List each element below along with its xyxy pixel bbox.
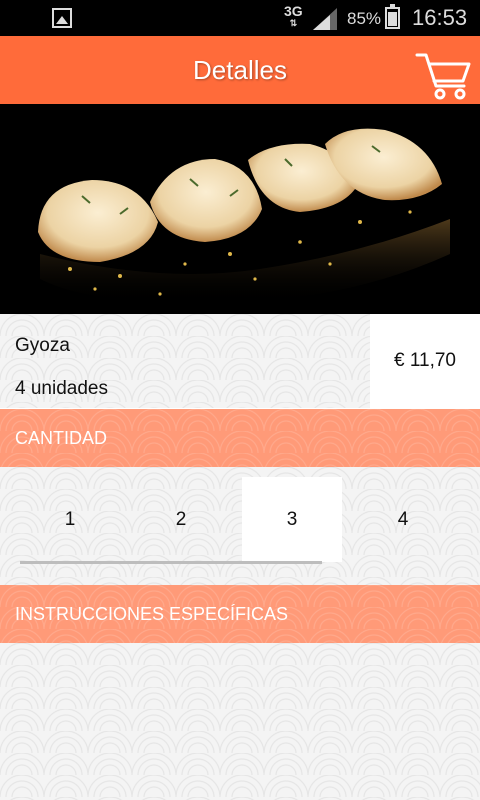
instructions-field[interactable]: [0, 643, 480, 800]
signal-icon: [313, 8, 337, 30]
product-info: Gyoza 4 unidades € 11,70: [0, 314, 480, 408]
network-indicator: 3G ⇅: [284, 3, 303, 28]
quantity-option-1[interactable]: 1: [20, 477, 120, 562]
price-box: € 11,70: [370, 314, 480, 408]
product-price: € 11,70: [394, 350, 456, 371]
instructions-header: INSTRUCCIONES ESPECÍFICAS: [0, 585, 480, 643]
page-title: Detalles: [193, 55, 287, 85]
battery-percentage: 85%: [347, 9, 382, 28]
instructions-header-label: INSTRUCCIONES ESPECÍFICAS: [15, 604, 289, 624]
product-units: 4 unidades: [15, 378, 108, 399]
quantity-option-4[interactable]: 4: [353, 477, 453, 562]
product-image: [0, 104, 480, 314]
quantity-selector: 1 2 3 4: [0, 467, 480, 585]
status-bar: 3G ⇅ 85% 16:53: [0, 0, 480, 36]
app-bar: Detalles: [0, 36, 480, 104]
clock: 16:53: [412, 5, 468, 30]
quantity-option-3[interactable]: 3: [242, 477, 342, 562]
network-type: 3G: [284, 3, 303, 19]
gallery-icon: [52, 8, 72, 28]
quantity-option-2[interactable]: 2: [131, 477, 231, 562]
battery-icon: [385, 4, 400, 29]
cart-icon[interactable]: [414, 50, 472, 102]
quantity-scrollbar[interactable]: [20, 561, 322, 564]
quantity-header-label: CANTIDAD: [15, 428, 108, 448]
product-name: Gyoza: [15, 335, 70, 356]
quantity-header: CANTIDAD: [0, 409, 480, 467]
